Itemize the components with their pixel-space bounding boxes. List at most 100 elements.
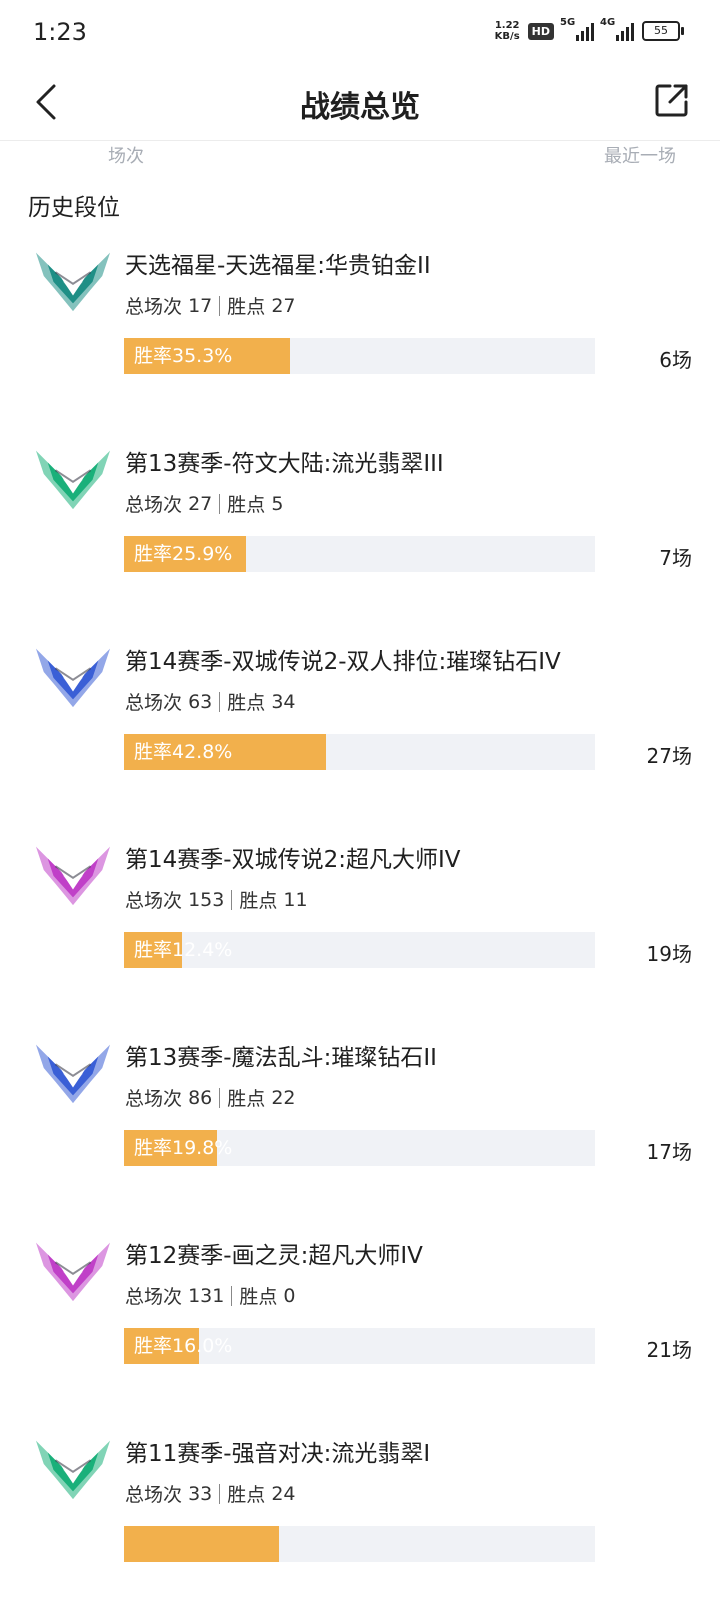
rank-name: 第13赛季-魔法乱斗:璀璨钻石II [125,1045,437,1071]
points-value: 0 [283,1284,296,1307]
rank-item[interactable]: 第14赛季-双城传说2:超凡大师IV 总场次 153 胜点 11 胜率12.4%… [0,826,720,1024]
points-value: 27 [271,294,296,317]
status-time: 1:23 [33,18,87,46]
recent-games-count: 6场 [659,348,692,372]
win-rate-label: 胜率35.3% [134,345,233,367]
recent-games-count: 7场 [659,546,692,570]
rank-list: 天选福星-天选福星:华贵铂金II 总场次 17 胜点 27 胜率35.3% 6场… [0,232,720,1618]
rank-item[interactable]: 第13赛季-魔法乱斗:璀璨钻石II 总场次 86 胜点 22 胜率19.8% 1… [0,1024,720,1222]
total-games-label: 总场次 [125,296,183,318]
stats-divider [219,493,221,514]
rank-name: 第11赛季-强音对决:流光翡翠I [125,1441,431,1467]
rank-item[interactable]: 第13赛季-符文大陆:流光翡翠III 总场次 27 胜点 5 胜率25.9% 7… [0,430,720,628]
total-games-value: 17 [188,294,213,317]
rank-emblem-icon [35,1044,111,1104]
win-rate-label: 胜率42.8% [134,741,233,763]
win-rate-bar: 胜率35.3% [124,338,595,374]
win-rate-bar: 胜率42.8% [124,734,595,770]
rank-emblem-icon [35,846,111,906]
rank-name: 第13赛季-符文大陆:流光翡翠III [125,451,444,477]
total-games-label: 总场次 [125,494,183,516]
signal-4g-label: 4G [600,17,616,28]
total-games-label: 总场次 [125,1286,183,1308]
recent-games-count: 21场 [646,1338,692,1362]
rank-stats: 总场次 131 胜点 0 [125,1282,295,1309]
win-rate-bar: 胜率19.8% [124,1130,595,1166]
signal-5g-icon: 5G [560,17,594,41]
points-label: 胜点 [227,296,266,318]
hd-badge: HD [527,22,554,40]
rank-stats: 总场次 63 胜点 34 [125,688,296,715]
total-games-label: 总场次 [125,692,183,714]
points-label: 胜点 [227,494,266,516]
win-rate-label: 胜率19.8% [134,1137,233,1159]
network-speed-value: 1.22 [494,20,520,31]
page-title: 战绩总览 [300,90,420,125]
rank-emblem-icon [35,252,111,312]
rank-emblem-icon [35,450,111,510]
rank-item[interactable]: 第12赛季-画之灵:超凡大师IV 总场次 131 胜点 0 胜率16.0% 21… [0,1222,720,1420]
column-header-latest: 最近一场 [604,146,676,167]
points-label: 胜点 [239,890,278,912]
points-value: 24 [271,1482,296,1505]
points-label: 胜点 [227,1484,266,1506]
rank-stats: 总场次 153 胜点 11 [125,886,308,913]
recent-games-count: 19场 [646,942,692,966]
rank-name: 天选福星-天选福星:华贵铂金II [125,253,431,279]
points-label: 胜点 [227,1088,266,1110]
total-games-value: 33 [188,1482,213,1505]
win-rate-bar: 胜率12.4% [124,932,595,968]
rank-name: 第12赛季-画之灵:超凡大师IV [125,1243,423,1269]
rank-item[interactable]: 天选福星-天选福星:华贵铂金II 总场次 17 胜点 27 胜率35.3% 6场 [0,232,720,430]
rank-name: 第14赛季-双城传说2:超凡大师IV [125,847,461,873]
nav-bar: 战绩总览 [0,64,720,141]
battery-icon: 55 [642,21,684,41]
share-external-icon[interactable] [654,82,690,118]
stats-divider [231,889,233,910]
win-rate-bar: 胜率16.0% [124,1328,595,1364]
rank-name: 第14赛季-双城传说2-双人排位:璀璨钻石IV [125,649,561,675]
win-rate-bar [124,1526,595,1562]
rank-stats: 总场次 17 胜点 27 [125,292,296,319]
total-games-label: 总场次 [125,1088,183,1110]
stats-divider [219,1087,221,1108]
points-value: 34 [271,690,296,713]
points-value: 11 [283,888,308,911]
status-icons: 1.22 KB/s HD 5G 4G 55 [495,17,684,42]
win-rate-label: 胜率12.4% [134,939,233,961]
points-value: 5 [271,492,284,515]
stats-divider [219,1483,221,1504]
rank-stats: 总场次 33 胜点 24 [125,1480,296,1507]
status-bar: 1:23 1.22 KB/s HD 5G 4G 55 [0,0,720,64]
win-rate-label: 胜率25.9% [134,543,233,565]
rank-stats: 总场次 27 胜点 5 [125,490,283,517]
signal-5g-label: 5G [560,17,576,28]
total-games-label: 总场次 [125,890,183,912]
total-games-value: 63 [188,690,213,713]
rank-item[interactable]: 第14赛季-双城传说2-双人排位:璀璨钻石IV 总场次 63 胜点 34 胜率4… [0,628,720,826]
total-games-value: 27 [188,492,213,515]
points-label: 胜点 [239,1286,278,1308]
win-rate-bar: 胜率25.9% [124,536,595,572]
recent-games-count: 27场 [646,744,692,768]
network-speed-unit: KB/s [494,31,520,42]
rank-emblem-icon [35,1242,111,1302]
section-title: 历史段位 [28,195,120,221]
points-value: 22 [271,1086,296,1109]
stats-divider [219,295,221,316]
stats-divider [219,691,221,712]
rank-emblem-icon [35,648,111,708]
win-rate-fill [124,1526,280,1562]
total-games-value: 131 [188,1284,225,1307]
total-games-value: 86 [188,1086,213,1109]
points-label: 胜点 [227,692,266,714]
rank-item[interactable]: 第11赛季-强音对决:流光翡翠I 总场次 33 胜点 24 [0,1420,720,1618]
column-header: 场次 最近一场 [0,142,720,172]
network-speed: 1.22 KB/s [495,20,520,42]
signal-4g-icon: 4G [600,17,634,41]
win-rate-label: 胜率16.0% [134,1335,233,1357]
rank-emblem-icon [35,1440,111,1500]
rank-stats: 总场次 86 胜点 22 [125,1084,296,1111]
stats-divider [231,1285,233,1306]
total-games-value: 153 [188,888,225,911]
